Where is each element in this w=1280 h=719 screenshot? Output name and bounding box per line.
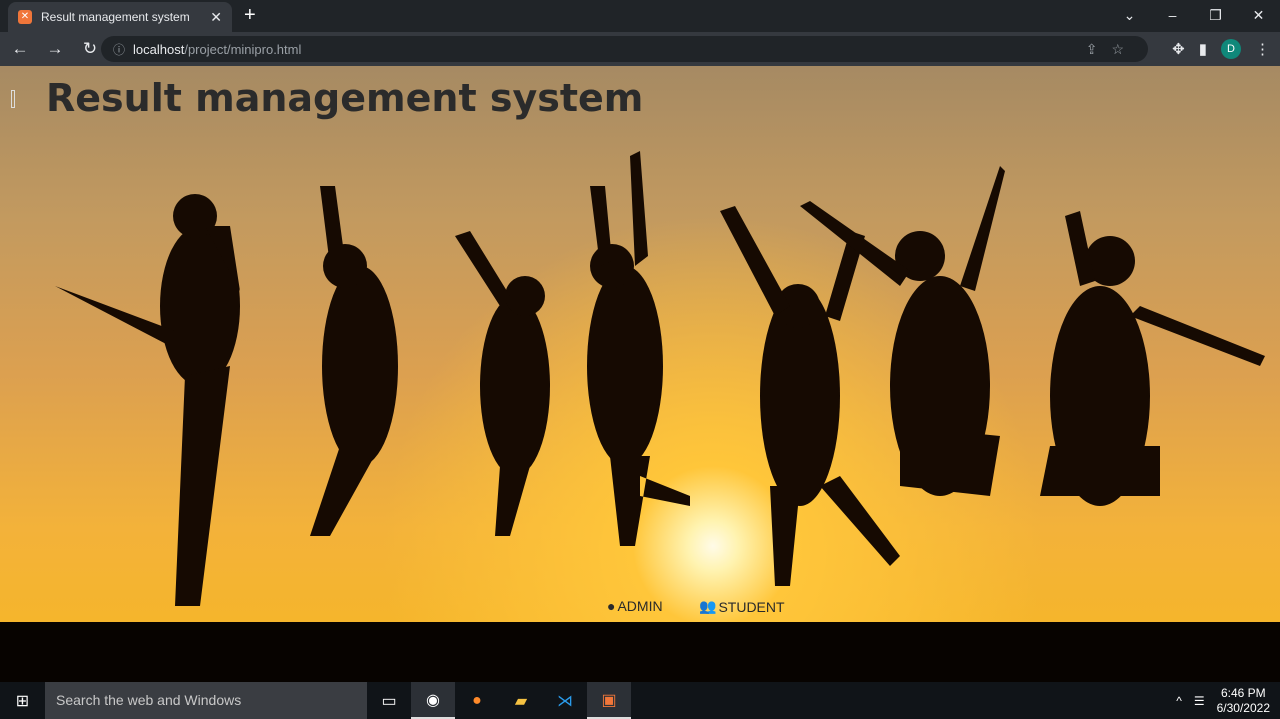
new-tab-icon[interactable]: + <box>244 4 256 27</box>
address-bar[interactable]: ⓘ localhost /project/minipro.html ⇪☆ <box>101 36 1148 62</box>
url-host: localhost <box>133 41 185 57</box>
nav-admin-label: ADMIN <box>617 598 663 614</box>
hero-background: Result management system ● ADMIN 👥 STUDENT <box>0 66 1280 682</box>
xampp-favicon-icon: ✕ <box>18 10 32 24</box>
clock-time: 6:46 PM <box>1220 685 1266 700</box>
users-icon: 👥 <box>699 598 717 614</box>
share-icon[interactable]: ⇪ <box>1086 41 1112 57</box>
close-window-icon[interactable]: ✕ <box>1237 0 1280 30</box>
nav-student-link[interactable]: 👥 STUDENT <box>699 598 785 615</box>
page-title: Result management system <box>46 76 644 120</box>
close-tab-icon[interactable]: ✕ <box>210 9 222 26</box>
tab-title: Result management system <box>41 10 190 24</box>
chrome-icon[interactable]: ◉ <box>411 682 455 719</box>
browser-tab[interactable]: ✕ Result management system ✕ <box>8 2 232 32</box>
restore-icon[interactable]: ❐ <box>1194 0 1237 30</box>
minimize-icon[interactable]: – <box>1151 0 1194 30</box>
url-path: /project/minipro.html <box>184 41 302 57</box>
info-icon[interactable]: ⓘ <box>113 41 125 58</box>
nav-student-label: STUDENT <box>718 598 785 615</box>
notification-icon[interactable]: ☰ <box>1194 694 1205 708</box>
xampp-icon[interactable]: ▣ <box>587 682 631 719</box>
windows-start-icon[interactable]: ⊞ <box>0 691 45 711</box>
jumping-silhouettes-image <box>55 151 1265 606</box>
task-view-icon[interactable]: ▭ <box>367 682 411 719</box>
forward-icon[interactable]: → <box>40 39 70 59</box>
tab-search-icon[interactable]: ⌄ <box>1108 0 1151 30</box>
ground <box>0 622 1280 682</box>
file-explorer-icon[interactable]: ▰ <box>499 682 543 719</box>
clock[interactable]: 6:46 PM 6/30/2022 <box>1217 686 1270 716</box>
tab-strip: ✕ Result management system ✕ + ⌄ – ❐ ✕ <box>0 0 1280 32</box>
menu-kebab-icon[interactable]: ⋮ <box>1255 40 1270 58</box>
extensions-icon[interactable]: ✥ <box>1172 40 1185 58</box>
menu-toggle-icon[interactable] <box>11 90 15 108</box>
vscode-icon[interactable]: ⋊ <box>543 682 587 719</box>
tray-chevron-icon[interactable]: ^ <box>1176 694 1182 708</box>
taskbar-search-input[interactable]: Search the web and Windows <box>45 682 367 719</box>
back-icon[interactable]: ← <box>5 39 35 59</box>
bookmark-star-icon[interactable]: ☆ <box>1111 41 1138 57</box>
firefox-icon[interactable]: ● <box>455 682 499 719</box>
windows-taskbar: ⊞ Search the web and Windows ▭ ◉ ● ▰ ⋊ ▣… <box>0 682 1280 719</box>
browser-toolbar: ← → ↻ ⓘ localhost /project/minipro.html … <box>0 32 1280 66</box>
user-circle-icon: ● <box>607 598 616 614</box>
side-panel-icon[interactable]: ▮ <box>1199 40 1207 58</box>
clock-date: 6/30/2022 <box>1216 700 1270 715</box>
nav-admin-link[interactable]: ● ADMIN <box>607 598 663 614</box>
profile-avatar[interactable]: D <box>1221 39 1241 59</box>
